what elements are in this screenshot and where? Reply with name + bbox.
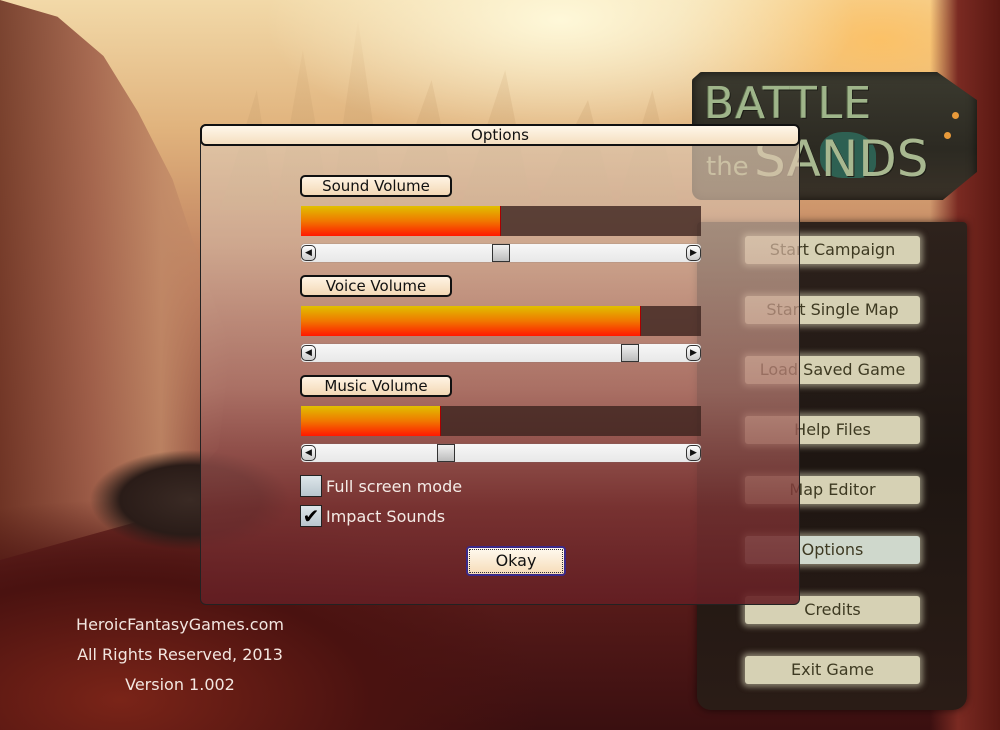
music-volume-meter (301, 406, 701, 436)
voice-volume-thumb[interactable] (620, 344, 639, 362)
music-volume-fill (301, 406, 441, 436)
full-screen-checkbox[interactable] (300, 475, 322, 497)
music-volume-decrease-icon[interactable]: ◀ (301, 445, 316, 461)
options-dialog-title: Options (200, 124, 800, 146)
copyright-text: All Rights Reserved, 2013 (77, 645, 283, 664)
sound-volume-thumb[interactable] (492, 244, 510, 262)
logo-bolt-icon (952, 112, 959, 119)
sound-volume-label: Sound Volume (300, 175, 452, 197)
sound-volume-increase-icon[interactable]: ▶ (686, 245, 701, 261)
website-text: HeroicFantasyGames.com (76, 615, 284, 634)
exit-game-button[interactable]: Exit Game (745, 656, 920, 684)
sound-volume-decrease-icon[interactable]: ◀ (301, 245, 316, 261)
logo-battle-text: BATTLE (704, 78, 873, 129)
okay-button[interactable]: Okay (466, 546, 566, 576)
music-volume-label: Music Volume (300, 375, 452, 397)
music-volume-thumb[interactable] (436, 444, 455, 462)
impact-sounds-checkbox[interactable]: ✔ (300, 505, 322, 527)
music-volume-slider[interactable]: ◀ ▶ (301, 444, 701, 462)
impact-sounds-checkbox-row[interactable]: ✔ Impact Sounds (300, 505, 445, 527)
voice-volume-meter (301, 306, 701, 336)
sound-volume-slider[interactable]: ◀ ▶ (301, 244, 701, 262)
music-volume-increase-icon[interactable]: ▶ (686, 445, 701, 461)
voice-volume-label: Voice Volume (300, 275, 452, 297)
impact-sounds-label: Impact Sounds (326, 506, 446, 526)
voice-volume-increase-icon[interactable]: ▶ (686, 345, 701, 361)
full-screen-label: Full screen mode (326, 476, 463, 496)
options-dialog: Options Sound Volume ◀ ▶ Voice Volume ◀ … (200, 124, 800, 605)
sound-volume-fill (301, 206, 501, 236)
version-text: Version 1.002 (125, 675, 235, 694)
sound-volume-meter (301, 206, 701, 236)
voice-volume-decrease-icon[interactable]: ◀ (301, 345, 316, 361)
voice-volume-fill (301, 306, 641, 336)
full-screen-checkbox-row[interactable]: Full screen mode (300, 475, 462, 497)
background-left-cliff (0, 0, 230, 560)
logo-bolt-icon (944, 132, 951, 139)
voice-volume-slider[interactable]: ◀ ▶ (301, 344, 701, 362)
